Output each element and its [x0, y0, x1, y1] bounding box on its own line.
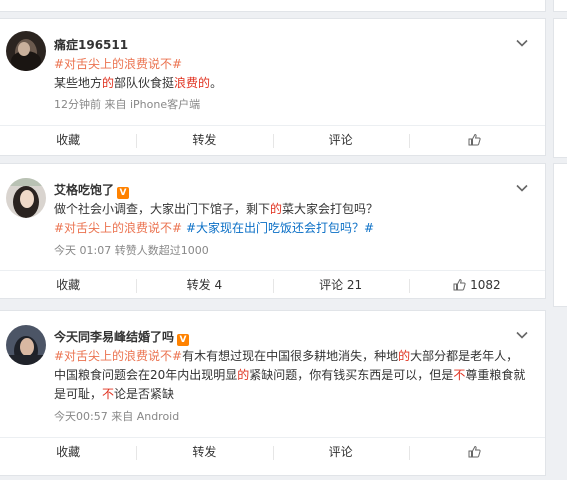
vip-badge-icon: V	[117, 187, 130, 199]
author-label[interactable]: 艾格吃饱了	[54, 183, 114, 197]
like-button[interactable]	[408, 126, 545, 155]
comment-button[interactable]: 评论	[272, 438, 409, 467]
text-segment: 。	[210, 76, 223, 90]
like-count: 1082	[470, 278, 501, 292]
post-meta[interactable]: 今天 01:07 转赞人数超过1000	[54, 242, 209, 258]
side-card-1	[553, 18, 567, 158]
action-bar: 收藏 转发 评论	[0, 125, 545, 155]
text-segment: 紧缺问题，你有钱买东西是可以，但是	[249, 368, 454, 382]
action-bar: 收藏 转发 4 评论 21 1082	[0, 270, 545, 300]
topic-tag[interactable]: #对舌尖上的浪费说不#	[54, 349, 182, 363]
highlight-text: 的	[270, 202, 283, 216]
chevron-down-icon[interactable]	[515, 181, 529, 195]
like-button[interactable]: 1082	[408, 271, 545, 300]
text-segment: 做个社会小调查，大家出门下馆子，剩下	[54, 202, 271, 216]
like-button[interactable]	[408, 438, 545, 467]
post-card-1: 痛症196511 #对舌尖上的浪费说不# 某些地方的部队伙食挺浪费的。 12分钟…	[0, 18, 546, 156]
post-card-partial-top	[0, 0, 546, 12]
highlight-text: 不	[453, 368, 466, 382]
thumbs-up-icon	[468, 445, 481, 458]
comment-button[interactable]: 评论 21	[272, 271, 409, 300]
author-name[interactable]: 艾格吃饱了 V	[54, 181, 130, 199]
avatar[interactable]	[6, 31, 46, 71]
post-card-2: 艾格吃饱了 V 做个社会小调查，大家出门下馆子，剩下的菜大家会打包吗？ #对舌尖上…	[0, 163, 546, 299]
text-segment: 菜大家会打包吗？	[282, 202, 379, 216]
post-meta[interactable]: 今天00:57 来自 Android	[54, 408, 179, 424]
text-segment: 部队伙食挺	[114, 76, 175, 90]
topic-tag[interactable]: #对舌尖上的浪费说不#	[54, 221, 182, 235]
highlight-text: 的	[398, 349, 411, 363]
collect-button[interactable]: 收藏	[0, 271, 136, 300]
text-segment: 论是否紧缺	[114, 387, 175, 401]
author-label[interactable]: 今天同李易峰结婚了吗	[54, 330, 174, 344]
post-text: #对舌尖上的浪费说不#有木有想过现在中国很多耕地消失，种地的大部分都是老年人，中…	[54, 347, 530, 404]
post-meta[interactable]: 12分钟前 来自 iPhone客户端	[54, 96, 200, 112]
post-body: 某些地方的部队伙食挺浪费的。	[54, 74, 530, 93]
side-card-top	[553, 0, 567, 12]
topic-tag[interactable]: #对舌尖上的浪费说不#	[54, 57, 182, 71]
author-name[interactable]: 痛症196511	[54, 36, 128, 53]
avatar[interactable]	[6, 325, 46, 365]
vip-badge-icon: V	[177, 334, 190, 346]
comment-button[interactable]: 评论	[272, 126, 409, 155]
highlight-text: 的	[237, 368, 250, 382]
chevron-down-icon[interactable]	[515, 36, 529, 50]
post-text: 做个社会小调查，大家出门下馆子，剩下的菜大家会打包吗？ #对舌尖上的浪费说不# …	[54, 200, 530, 238]
topic-link[interactable]: #大家现在出门吃饭还会打包吗？#	[186, 221, 374, 235]
highlight-text: 的	[102, 76, 115, 90]
thumbs-up-icon	[468, 133, 481, 146]
repost-button[interactable]: 转发 4	[136, 271, 272, 300]
author-name[interactable]: 今天同李易峰结婚了吗 V	[54, 328, 190, 346]
repost-button[interactable]: 转发	[136, 126, 272, 155]
avatar[interactable]	[6, 178, 46, 218]
highlight-text: 不	[102, 387, 115, 401]
chevron-down-icon[interactable]	[515, 328, 529, 342]
collect-button[interactable]: 收藏	[0, 438, 136, 467]
post-text: #对舌尖上的浪费说不# 某些地方的部队伙食挺浪费的。	[54, 55, 530, 93]
text-segment: 某些地方	[54, 76, 103, 90]
highlight-text: 浪费的	[174, 76, 211, 90]
post-card-3: 今天同李易峰结婚了吗 V #对舌尖上的浪费说不#有木有想过现在中国很多耕地消失，种…	[0, 310, 546, 476]
text-segment: 有木有想过现在中国很多耕地消失，种地	[182, 349, 399, 363]
thumbs-up-icon	[453, 278, 466, 291]
side-card-2	[553, 163, 567, 307]
post-body: 做个社会小调查，大家出门下馆子，剩下的菜大家会打包吗？	[54, 200, 530, 219]
action-bar: 收藏 转发 评论	[0, 437, 545, 467]
repost-button[interactable]: 转发	[136, 438, 272, 467]
collect-button[interactable]: 收藏	[0, 126, 136, 155]
